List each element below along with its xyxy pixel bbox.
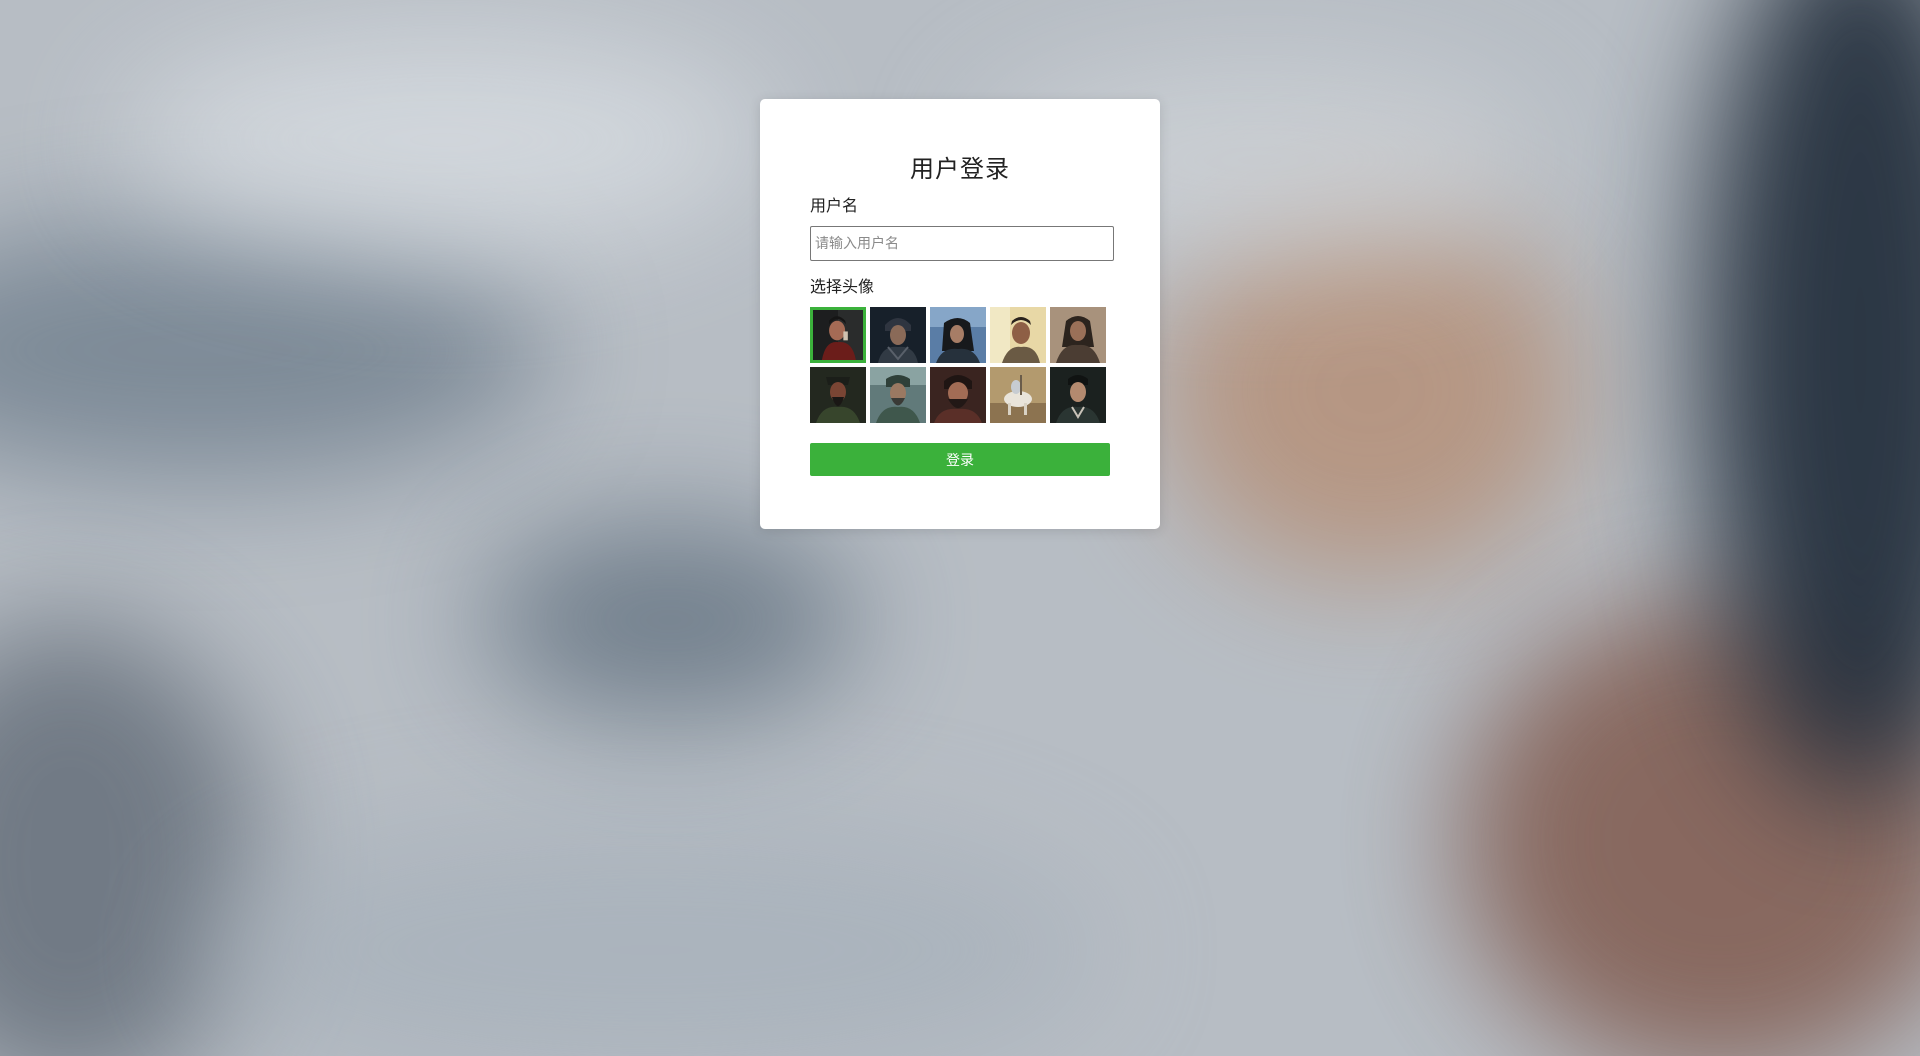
avatar-image — [870, 307, 926, 363]
avatar-option-6[interactable] — [810, 367, 866, 423]
avatar-image — [810, 367, 866, 423]
avatar-image — [1050, 307, 1106, 363]
avatar-option-2[interactable] — [870, 307, 926, 363]
avatar-image — [990, 367, 1046, 423]
avatar-option-7[interactable] — [870, 367, 926, 423]
avatar-image — [930, 307, 986, 363]
avatar-option-5[interactable] — [1050, 307, 1106, 363]
avatar-image — [990, 307, 1046, 363]
avatar-option-1[interactable] — [810, 307, 866, 363]
avatar-option-9[interactable] — [990, 367, 1046, 423]
avatar-option-10[interactable] — [1050, 367, 1106, 423]
avatar-image — [1050, 367, 1106, 423]
page-title: 用户登录 — [910, 155, 1010, 183]
avatar-label: 选择头像 — [810, 277, 875, 296]
avatar-option-3[interactable] — [930, 307, 986, 363]
username-label: 用户名 — [810, 196, 859, 215]
avatar-grid — [810, 307, 1110, 423]
avatar-option-4[interactable] — [990, 307, 1046, 363]
username-input[interactable] — [810, 226, 1114, 261]
avatar-image — [930, 367, 986, 423]
login-card: 用户登录 用户名 选择头像 — [760, 99, 1160, 529]
avatar-image — [813, 310, 863, 360]
avatar-image — [870, 367, 926, 423]
login-button[interactable]: 登录 — [810, 443, 1110, 476]
avatar-option-8[interactable] — [930, 367, 986, 423]
